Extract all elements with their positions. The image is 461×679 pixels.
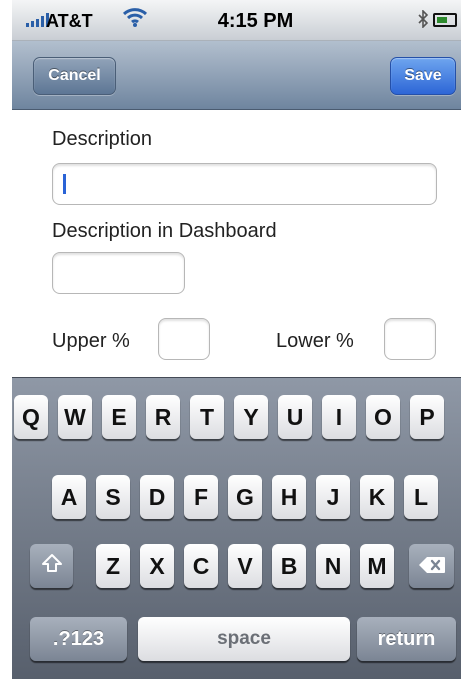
key-k[interactable]: K (360, 475, 394, 519)
key-b[interactable]: B (272, 544, 306, 588)
upper-percent-field[interactable] (158, 318, 210, 360)
key-x[interactable]: X (140, 544, 174, 588)
dashboard-description-field[interactable] (52, 252, 185, 294)
description-label: Description (52, 128, 153, 150)
key-n[interactable]: N (316, 544, 350, 588)
numbers-key[interactable]: .?123 (30, 617, 127, 661)
key-a[interactable]: A (52, 475, 86, 519)
shift-icon (41, 552, 63, 580)
status-bar: AT&T 4:15 PM (12, 0, 461, 41)
key-o[interactable]: O (366, 395, 400, 439)
lower-percent-field[interactable] (384, 318, 436, 360)
key-z[interactable]: Z (96, 544, 130, 588)
key-d[interactable]: D (140, 475, 174, 519)
dashboard-description-label: Description in Dashboard (52, 220, 277, 242)
key-c[interactable]: C (184, 544, 218, 588)
delete-key[interactable] (409, 544, 454, 588)
key-j[interactable]: J (316, 475, 350, 519)
bluetooth-icon (417, 9, 429, 33)
key-v[interactable]: V (228, 544, 262, 588)
phone-screen: AT&T 4:15 PM Cancel Save Description Des… (12, 0, 461, 679)
description-field[interactable] (52, 163, 437, 205)
delete-icon (418, 553, 446, 580)
key-l[interactable]: L (404, 475, 438, 519)
key-y[interactable]: Y (234, 395, 268, 439)
navigation-bar: Cancel Save (12, 41, 461, 110)
key-w[interactable]: W (58, 395, 92, 439)
key-h[interactable]: H (272, 475, 306, 519)
key-g[interactable]: G (228, 475, 262, 519)
key-m[interactable]: M (360, 544, 394, 588)
key-r[interactable]: R (146, 395, 180, 439)
key-q[interactable]: Q (14, 395, 48, 439)
lower-percent-label: Lower % (276, 330, 354, 352)
status-time: 4:15 PM (217, 10, 294, 32)
save-button[interactable]: Save (390, 57, 456, 95)
key-s[interactable]: S (96, 475, 130, 519)
key-f[interactable]: F (184, 475, 218, 519)
key-p[interactable]: P (410, 395, 444, 439)
text-cursor (63, 174, 66, 194)
keyboard: Q W E R T Y U I O P A S D F G H J K L Z … (12, 377, 461, 679)
cancel-button[interactable]: Cancel (33, 57, 116, 95)
shift-key[interactable] (30, 544, 73, 588)
key-t[interactable]: T (190, 395, 224, 439)
upper-percent-label: Upper % (52, 330, 130, 352)
key-e[interactable]: E (102, 395, 136, 439)
space-key[interactable]: space (138, 617, 350, 661)
key-u[interactable]: U (278, 395, 312, 439)
key-i[interactable]: I (322, 395, 356, 439)
return-key[interactable]: return (357, 617, 456, 661)
battery-icon (433, 13, 457, 27)
